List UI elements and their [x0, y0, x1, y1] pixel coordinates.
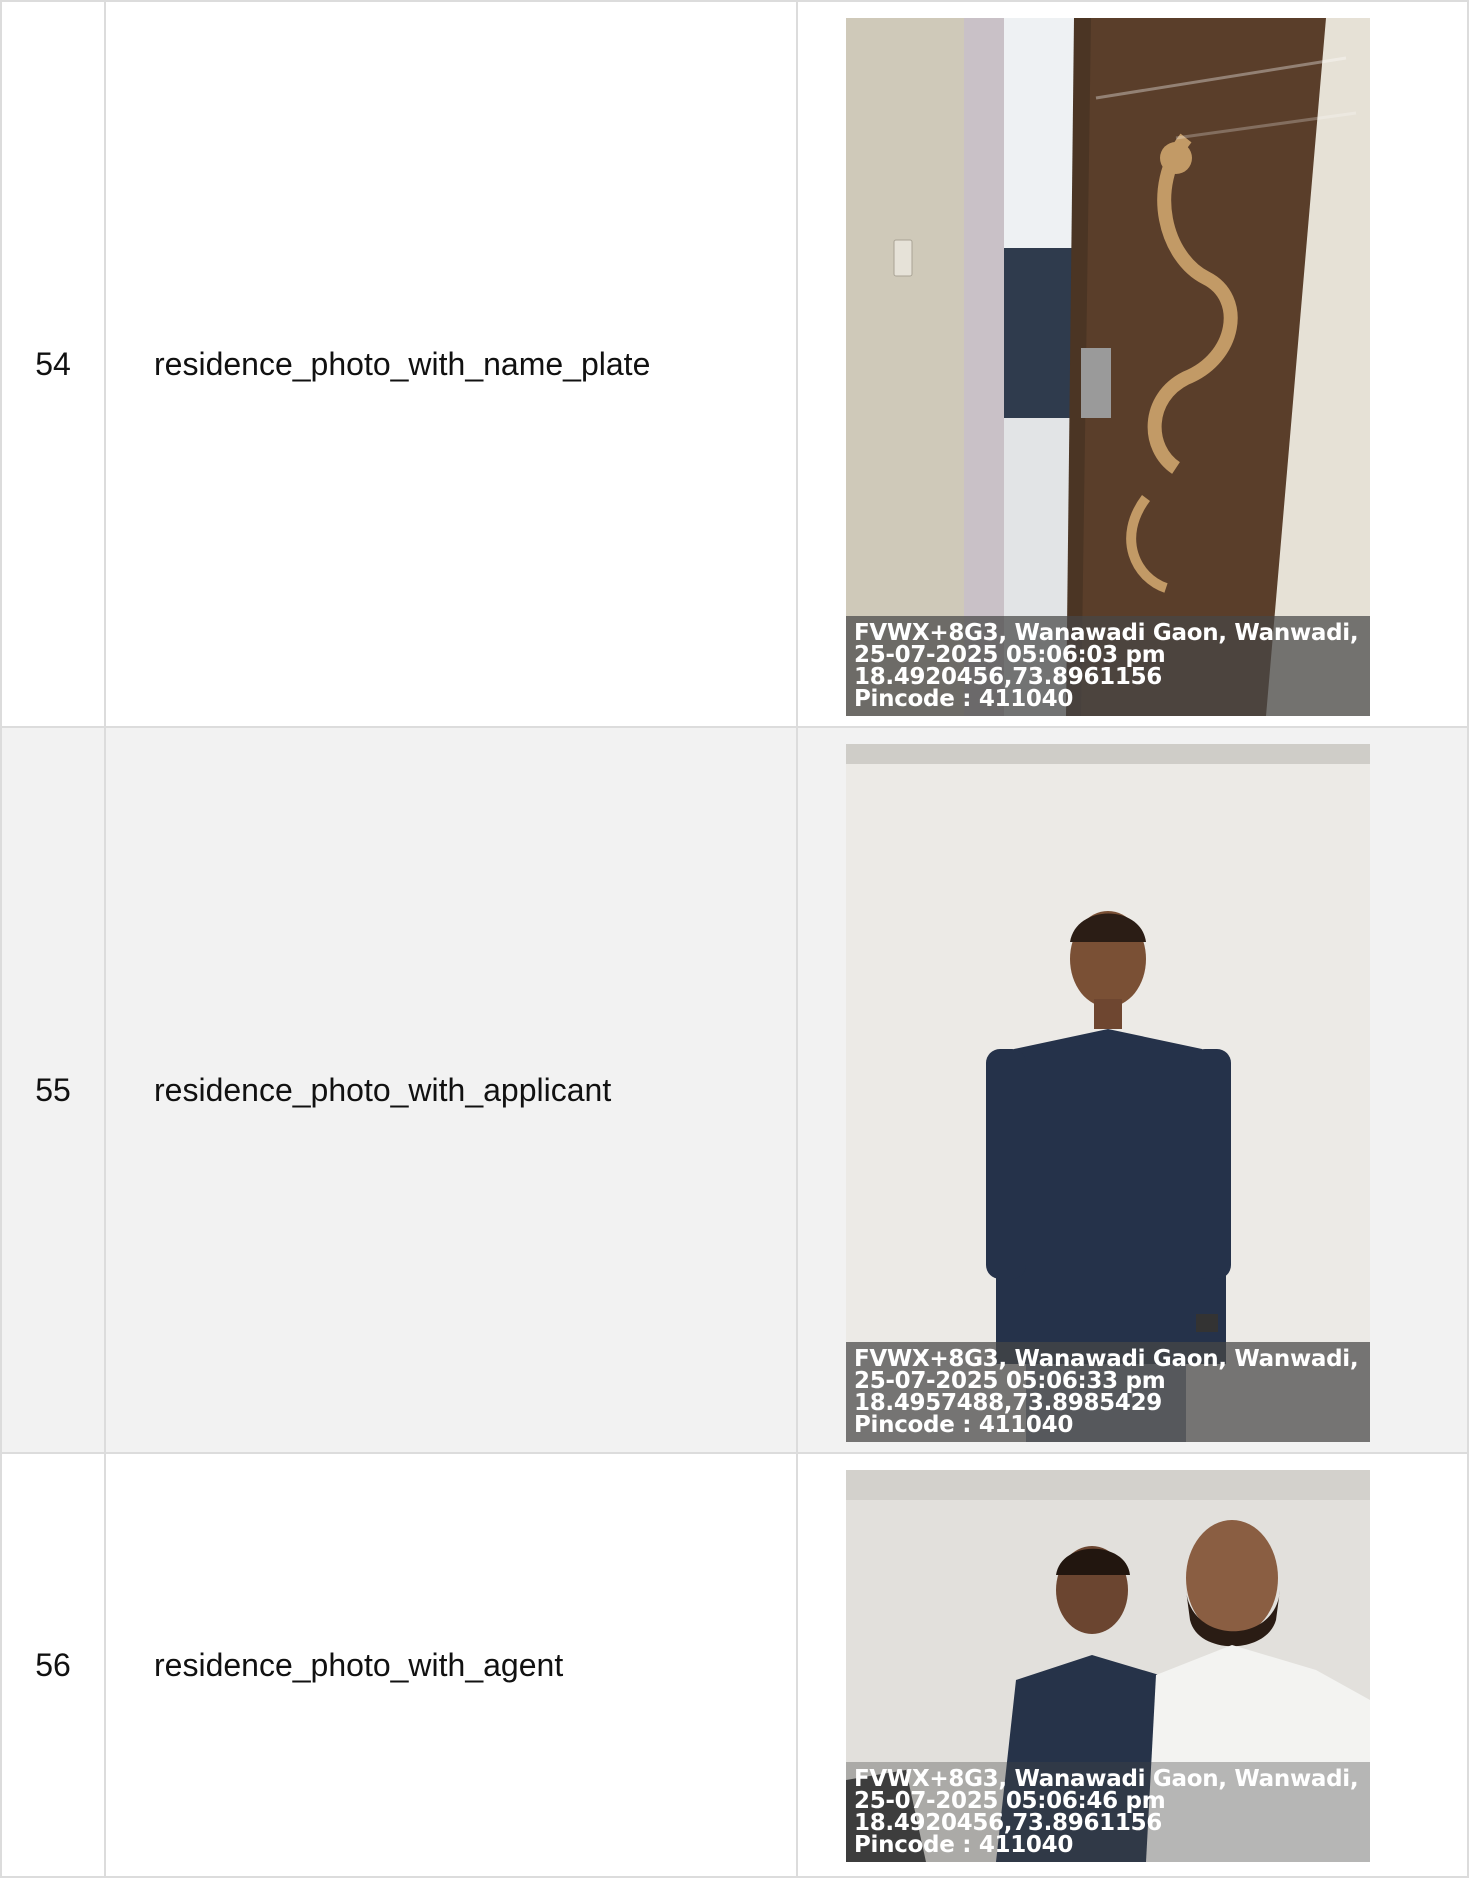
geo-stamp: FVWX+8G3, Wanawadi Gaon, Wanwadi, 25-07-…	[846, 616, 1370, 716]
photo-cell: FVWX+8G3, Wanawadi Gaon, Wanwadi, 25-07-…	[796, 1452, 1469, 1878]
table-row: 54 residence_photo_with_name_plate FVWX+…	[0, 0, 1469, 728]
stamp-datetime: 25-07-2025 05:06:33 pm	[854, 1368, 1166, 1394]
stamp-address: FVWX+8G3, Wanawadi Gaon, Wanwadi,	[854, 620, 1359, 646]
applicant-photo: FVWX+8G3, Wanawadi Gaon, Wanwadi, 25-07-…	[846, 744, 1370, 1442]
residence-door-photo: FVWX+8G3, Wanawadi Gaon, Wanwadi, 25-07-…	[846, 18, 1370, 716]
stamp-address: FVWX+8G3, Wanawadi Gaon, Wanwadi,	[854, 1346, 1359, 1372]
stamp-pincode: Pincode : 411040	[854, 1832, 1074, 1858]
row-number: 55	[0, 726, 106, 1454]
table-row: 55 residence_photo_with_applicant FVWX+8…	[0, 726, 1469, 1454]
row-label: residence_photo_with_name_plate	[104, 0, 798, 728]
photo-cell: FVWX+8G3, Wanawadi Gaon, Wanwadi, 25-07-…	[796, 726, 1469, 1454]
geo-stamp: FVWX+8G3, Wanawadi Gaon, Wanwadi, 25-07-…	[846, 1342, 1370, 1442]
stamp-datetime: 25-07-2025 05:06:03 pm	[854, 642, 1166, 668]
row-number: 54	[0, 0, 106, 728]
geo-stamp: FVWX+8G3, Wanawadi Gaon, Wanwadi, 25-07-…	[846, 1762, 1370, 1862]
document-table: 54 residence_photo_with_name_plate FVWX+…	[0, 0, 1469, 1878]
agent-selfie-photo: FVWX+8G3, Wanawadi Gaon, Wanwadi, 25-07-…	[846, 1470, 1370, 1862]
stamp-pincode: Pincode : 411040	[854, 686, 1074, 712]
stamp-coords: 18.4920456,73.8961156	[854, 664, 1162, 690]
stamp-datetime: 25-07-2025 05:06:46 pm	[854, 1788, 1166, 1814]
photo-cell: FVWX+8G3, Wanawadi Gaon, Wanwadi, 25-07-…	[796, 0, 1469, 728]
table-row: 56 residence_photo_with_agent FVWX+8G3, …	[0, 1452, 1469, 1878]
stamp-coords: 18.4920456,73.8961156	[854, 1810, 1162, 1836]
row-label: residence_photo_with_agent	[104, 1452, 798, 1878]
stamp-coords: 18.4957488,73.8985429	[854, 1390, 1162, 1416]
stamp-pincode: Pincode : 411040	[854, 1412, 1074, 1438]
row-label: residence_photo_with_applicant	[104, 726, 798, 1454]
row-number: 56	[0, 1452, 106, 1878]
stamp-address: FVWX+8G3, Wanawadi Gaon, Wanwadi,	[854, 1766, 1359, 1792]
